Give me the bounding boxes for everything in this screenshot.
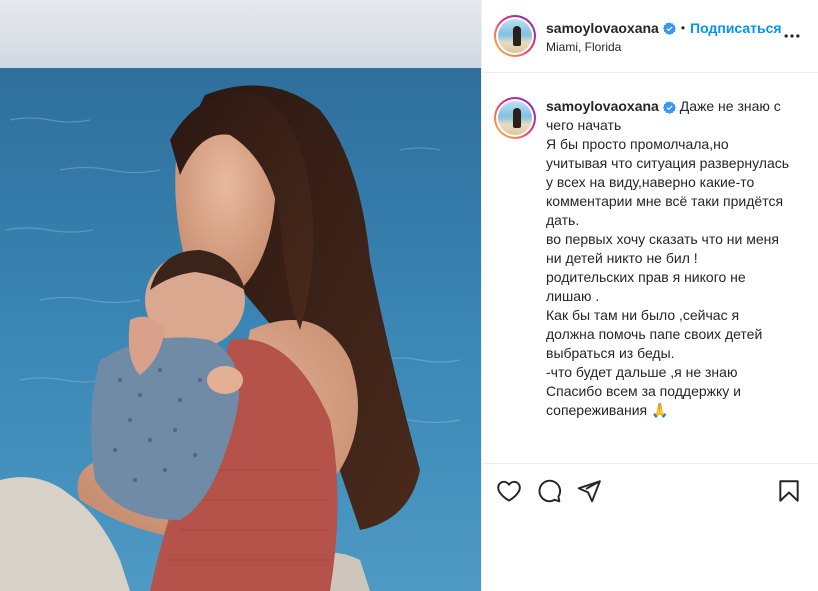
verified-badge-icon: [662, 21, 676, 35]
comment-bubble-icon: [538, 479, 562, 503]
like-button[interactable]: [496, 478, 522, 504]
like-heart-icon: [497, 480, 521, 502]
caption-line: должна помочь папе своих детей: [546, 326, 763, 342]
verified-badge-icon: [662, 101, 676, 114]
avatar[interactable]: [494, 15, 536, 57]
post-actions: [482, 463, 818, 518]
post-location[interactable]: Miami, Florida: [546, 40, 621, 54]
post-caption: samoylovaoxana Даже не знаю с чего начат…: [482, 73, 818, 463]
caption-username[interactable]: samoylovaoxana: [546, 98, 659, 114]
header-user-row: samoylovaoxana • Подписаться: [546, 20, 782, 36]
share-button[interactable]: [576, 478, 602, 504]
header-username[interactable]: samoylovaoxana: [546, 20, 659, 36]
caption-line: Спасибо всем за поддержку и: [546, 383, 741, 399]
caption-line: родительских прав я никого не: [546, 269, 746, 285]
caption-line: у всех на виду,наверно какие-то: [546, 174, 755, 190]
caption-line: сопереживания 🙏: [546, 402, 669, 418]
caption-line: Я бы просто промолчала,но: [546, 136, 729, 152]
caption-line: ни детей никто не бил !: [546, 250, 698, 266]
caption-first-line: Даже не знаю с: [679, 98, 781, 114]
caption-line: Как бы там ни было ,сейчас я: [546, 307, 740, 323]
follow-button[interactable]: Подписаться: [690, 20, 782, 36]
post-header: samoylovaoxana • Подписаться Miami, Flor…: [482, 0, 818, 73]
post-panel: samoylovaoxana • Подписаться Miami, Flor…: [481, 0, 818, 591]
save-button[interactable]: [776, 478, 802, 504]
caption-line: во первых хочу сказать что ни меня: [546, 231, 779, 247]
more-options-icon[interactable]: [782, 26, 802, 46]
caption-line: дать.: [546, 212, 580, 228]
caption-line: выбраться из беды.: [546, 345, 675, 361]
caption-line: лишаю .: [546, 288, 600, 304]
caption-line: -что будет дальше ,я не знаю: [546, 364, 738, 380]
caption-avatar[interactable]: [494, 97, 536, 139]
share-paper-plane-icon: [577, 480, 601, 503]
comment-button[interactable]: [536, 478, 562, 504]
caption-line: чего начать: [546, 117, 622, 133]
caption-text: samoylovaoxana Даже не знаю с чего начат…: [546, 97, 801, 420]
post-photo[interactable]: [0, 0, 481, 591]
caption-line: комментарии мне всё таки придётся: [546, 193, 784, 209]
separator-dot: •: [680, 21, 686, 35]
post-photo-image: [0, 0, 481, 591]
caption-line: учитывая что ситуация развернулась: [546, 155, 790, 171]
save-bookmark-icon: [779, 480, 799, 502]
